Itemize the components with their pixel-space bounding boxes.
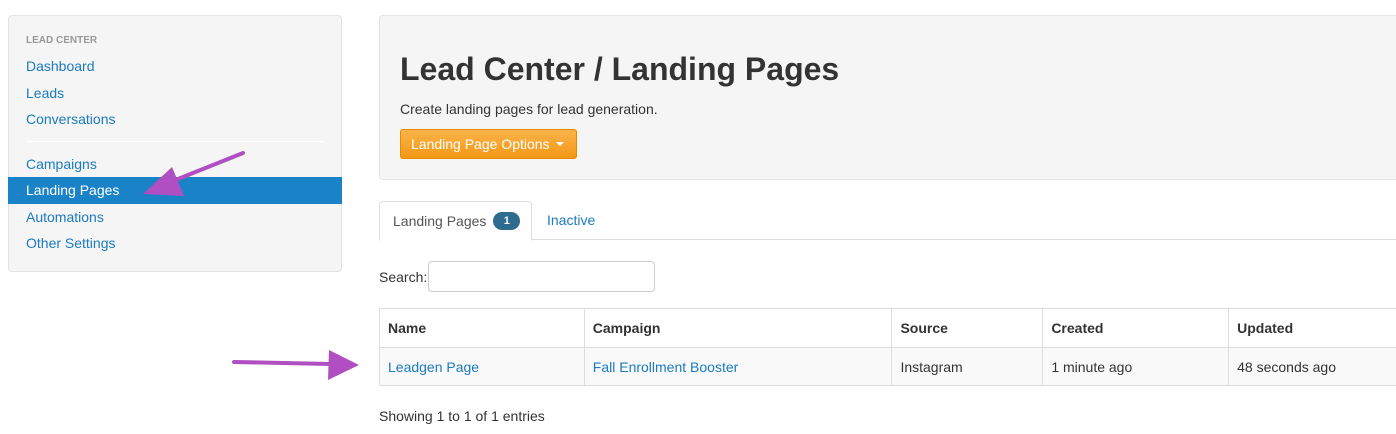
- tab-landing-pages-label: Landing Pages: [393, 213, 487, 229]
- sidebar-item-campaigns[interactable]: Campaigns: [9, 151, 341, 178]
- sidebar-item-automations[interactable]: Automations: [9, 204, 341, 231]
- nav-divider: [26, 140, 324, 142]
- campaign-link[interactable]: Fall Enrollment Booster: [593, 359, 739, 375]
- sidebar-item-leads[interactable]: Leads: [9, 80, 341, 107]
- cell-campaign: Fall Enrollment Booster: [583, 347, 893, 386]
- column-header-created[interactable]: Created: [1042, 308, 1230, 348]
- tab-inactive[interactable]: Inactive: [547, 201, 595, 240]
- sidebar-nav: LEAD CENTER Dashboard Leads Conversation…: [8, 15, 342, 272]
- cell-created: 1 minute ago: [1042, 347, 1230, 386]
- nav-header-lead-center: LEAD CENTER: [26, 35, 98, 46]
- page-title: Lead Center / Landing Pages: [400, 51, 840, 87]
- search-label: Search:: [379, 268, 428, 285]
- search-input[interactable]: [428, 261, 656, 292]
- cell-name: Leadgen Page: [379, 347, 585, 386]
- page-header-panel: Lead Center / Landing Pages Create landi…: [379, 15, 1396, 180]
- cell-source: Instagram: [891, 347, 1044, 386]
- sidebar-item-conversations[interactable]: Conversations: [9, 106, 341, 133]
- caret-down-icon: [555, 142, 564, 146]
- landing-page-options-label: Landing Page Options: [411, 136, 550, 152]
- sidebar-item-dashboard[interactable]: Dashboard: [9, 53, 341, 80]
- landing-page-name-link[interactable]: Leadgen Page: [388, 359, 479, 375]
- table-header-row: Name Campaign Source Created Updated: [379, 308, 1396, 348]
- sidebar-item-landing-pages[interactable]: Landing Pages: [8, 177, 342, 204]
- landing-pages-table: Name Campaign Source Created Updated Lea…: [379, 308, 1396, 386]
- count-badge: 1: [493, 212, 521, 231]
- table-row: Leadgen Page Fall Enrollment Booster Ins…: [379, 347, 1396, 386]
- tab-bar: Landing Pages 1 Inactive: [379, 201, 1396, 241]
- table-info-text: Showing 1 to 1 of 1 entries: [379, 408, 545, 424]
- column-header-updated[interactable]: Updated: [1228, 308, 1396, 348]
- search-row: Search:: [379, 261, 656, 292]
- cell-updated: 48 seconds ago: [1228, 347, 1396, 386]
- sidebar-item-other-settings[interactable]: Other Settings: [9, 230, 341, 257]
- page-subtitle: Create landing pages for lead generation…: [400, 101, 658, 117]
- column-header-campaign[interactable]: Campaign: [583, 308, 893, 348]
- column-header-name[interactable]: Name: [379, 308, 585, 348]
- arrow-annotation-icon: [232, 350, 359, 380]
- landing-page-options-button[interactable]: Landing Page Options: [400, 129, 577, 159]
- column-header-source[interactable]: Source: [891, 308, 1044, 348]
- tab-landing-pages[interactable]: Landing Pages 1: [379, 201, 532, 241]
